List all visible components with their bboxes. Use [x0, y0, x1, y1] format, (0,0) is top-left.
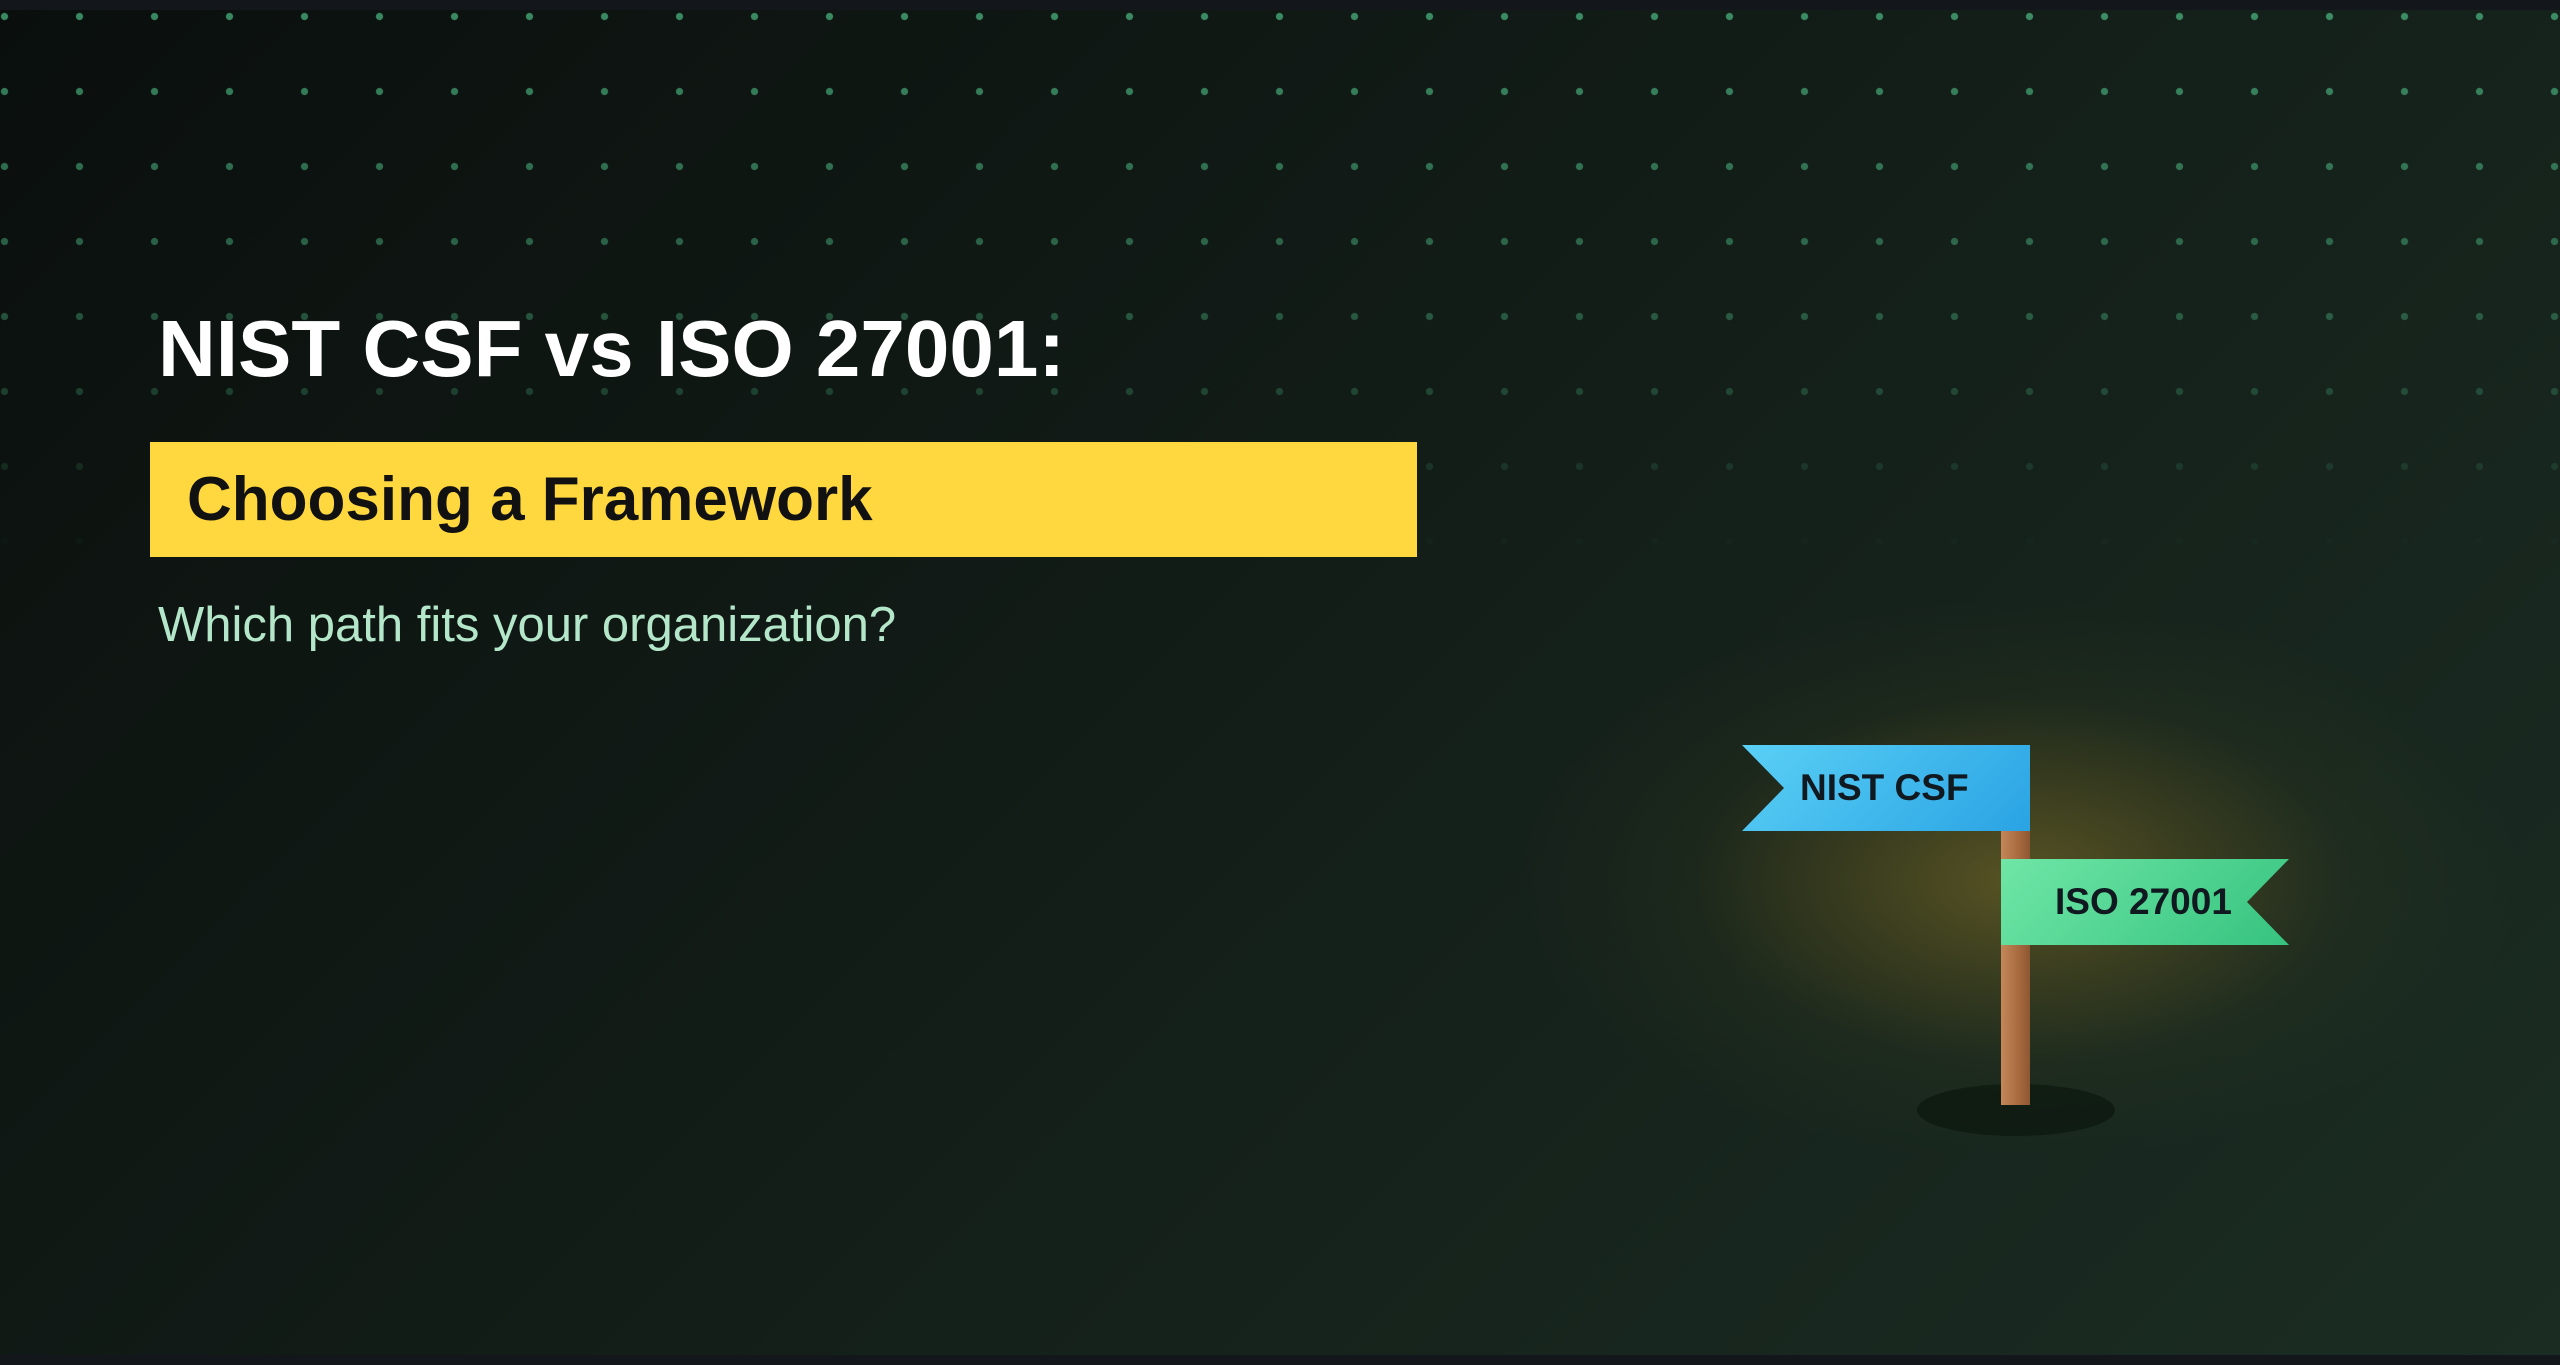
slide-title: NIST CSF vs ISO 27001: [158, 304, 1066, 393]
sign-iso-27001-label: ISO 27001 [2055, 881, 2232, 922]
sign-nist-csf: NIST CSF [1742, 745, 2030, 831]
sign-iso-27001: ISO 27001 [2001, 859, 2289, 945]
subtitle-banner: Choosing a Framework [150, 442, 1417, 557]
bottom-edge [0, 1355, 2560, 1365]
title-slide: NIST CSF vs ISO 27001: Choosing a Framew… [0, 0, 2560, 1365]
signpost-illustration: NIST CSF ISO 27001 [1520, 600, 2520, 1160]
subtitle-text: Choosing a Framework [187, 465, 873, 534]
sign-nist-csf-label: NIST CSF [1800, 767, 1969, 808]
tagline: Which path fits your organization? [158, 598, 897, 652]
